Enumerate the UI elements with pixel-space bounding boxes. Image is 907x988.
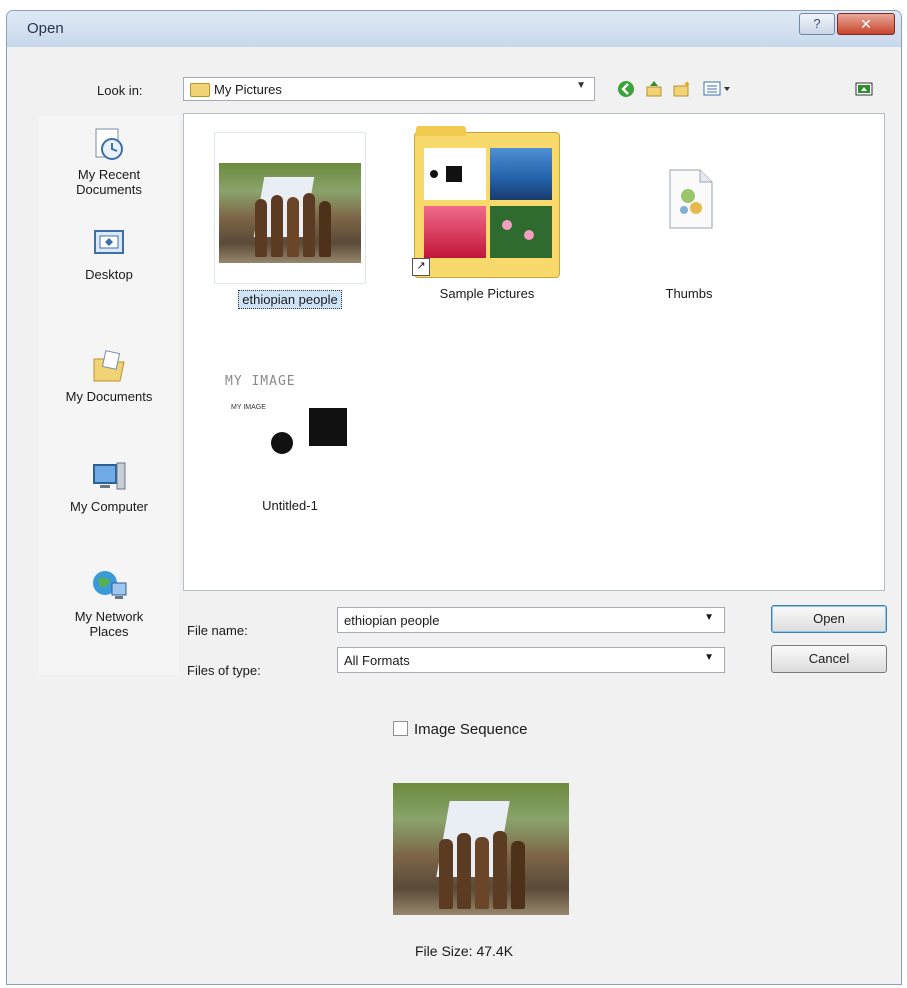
- chevron-down-icon[interactable]: ▼: [704, 612, 714, 623]
- open-dialog: Open ? ✕ Look in: My Pictures ▼ My Recen…: [6, 10, 902, 985]
- look-in-value: My Pictures: [214, 82, 282, 97]
- up-folder-icon[interactable]: [643, 79, 665, 101]
- folder-icon: ↗: [412, 126, 560, 282]
- file-list[interactable]: ethiopian people ↗ Sample Pictures Thumb…: [183, 113, 885, 591]
- back-icon[interactable]: [615, 79, 637, 101]
- close-button[interactable]: ✕: [837, 13, 895, 35]
- place-label: My Computer: [69, 499, 149, 514]
- folder-icon: [190, 83, 210, 97]
- place-my-computer[interactable]: My Computer: [39, 457, 179, 514]
- place-label: My Recent Documents: [76, 167, 142, 197]
- file-name-label: Untitled-1: [262, 498, 318, 513]
- image-thumbnail: MY IMAGE MY IMAGE: [215, 368, 365, 478]
- file-item-ethiopian-people[interactable]: ethiopian people: [210, 132, 370, 309]
- file-item-thumbs[interactable]: Thumbs: [604, 132, 774, 301]
- window-title: Open: [27, 20, 64, 37]
- file-name-label: Thumbs: [665, 286, 713, 301]
- file-type-value: All Formats: [344, 653, 410, 668]
- title-bar[interactable]: Open ? ✕: [7, 11, 901, 47]
- preview-toggle-icon[interactable]: [853, 79, 875, 101]
- place-label: Desktop: [85, 267, 133, 282]
- system-file-icon: [614, 132, 764, 282]
- open-button[interactable]: Open: [771, 605, 887, 633]
- my-documents-icon: [90, 347, 128, 385]
- image-sequence-checkbox[interactable]: [393, 721, 408, 736]
- place-label: My Network Places: [74, 609, 144, 639]
- place-network[interactable]: My Network Places: [39, 567, 179, 639]
- chevron-down-icon[interactable]: ▼: [704, 652, 714, 663]
- place-my-documents[interactable]: My Documents: [39, 347, 179, 404]
- file-item-sample-pictures[interactable]: ↗ Sample Pictures: [402, 126, 572, 301]
- cancel-button[interactable]: Cancel: [771, 645, 887, 673]
- file-name-value: ethiopian people: [344, 613, 440, 628]
- place-recent-documents[interactable]: My Recent Documents: [39, 125, 179, 197]
- image-sequence-label: Image Sequence: [414, 721, 528, 738]
- file-type-field-label: Files of type:: [187, 663, 261, 678]
- new-folder-icon[interactable]: [671, 79, 693, 101]
- look-in-label: Look in:: [97, 83, 143, 98]
- file-item-untitled-1[interactable]: MY IMAGE MY IMAGE Untitled-1: [210, 368, 370, 513]
- shortcut-arrow-icon: ↗: [412, 258, 430, 276]
- image-sequence-option[interactable]: Image Sequence: [393, 721, 527, 738]
- recent-documents-icon: [90, 125, 128, 163]
- file-name-combobox[interactable]: ethiopian people ▼: [337, 607, 725, 633]
- file-type-select[interactable]: All Formats ▼: [337, 647, 725, 673]
- view-menu-icon[interactable]: [701, 79, 735, 101]
- my-computer-icon: [90, 457, 128, 495]
- file-size-label: File Size: 47.4K: [415, 943, 514, 959]
- file-name-field-label: File name:: [187, 623, 248, 638]
- look-in-dropdown[interactable]: My Pictures ▼: [183, 77, 595, 101]
- chevron-down-icon[interactable]: ▼: [576, 80, 586, 91]
- desktop-icon: [90, 225, 128, 263]
- place-label: My Documents: [65, 389, 153, 404]
- image-thumbnail: [214, 132, 366, 284]
- network-places-icon: [90, 567, 128, 605]
- place-desktop[interactable]: Desktop: [39, 225, 179, 282]
- help-button[interactable]: ?: [799, 13, 835, 35]
- image-preview: [393, 783, 569, 915]
- file-name-label: ethiopian people: [238, 290, 342, 309]
- file-name-label: Sample Pictures: [439, 286, 535, 301]
- places-bar: My Recent Documents Desktop My Documents…: [39, 115, 179, 675]
